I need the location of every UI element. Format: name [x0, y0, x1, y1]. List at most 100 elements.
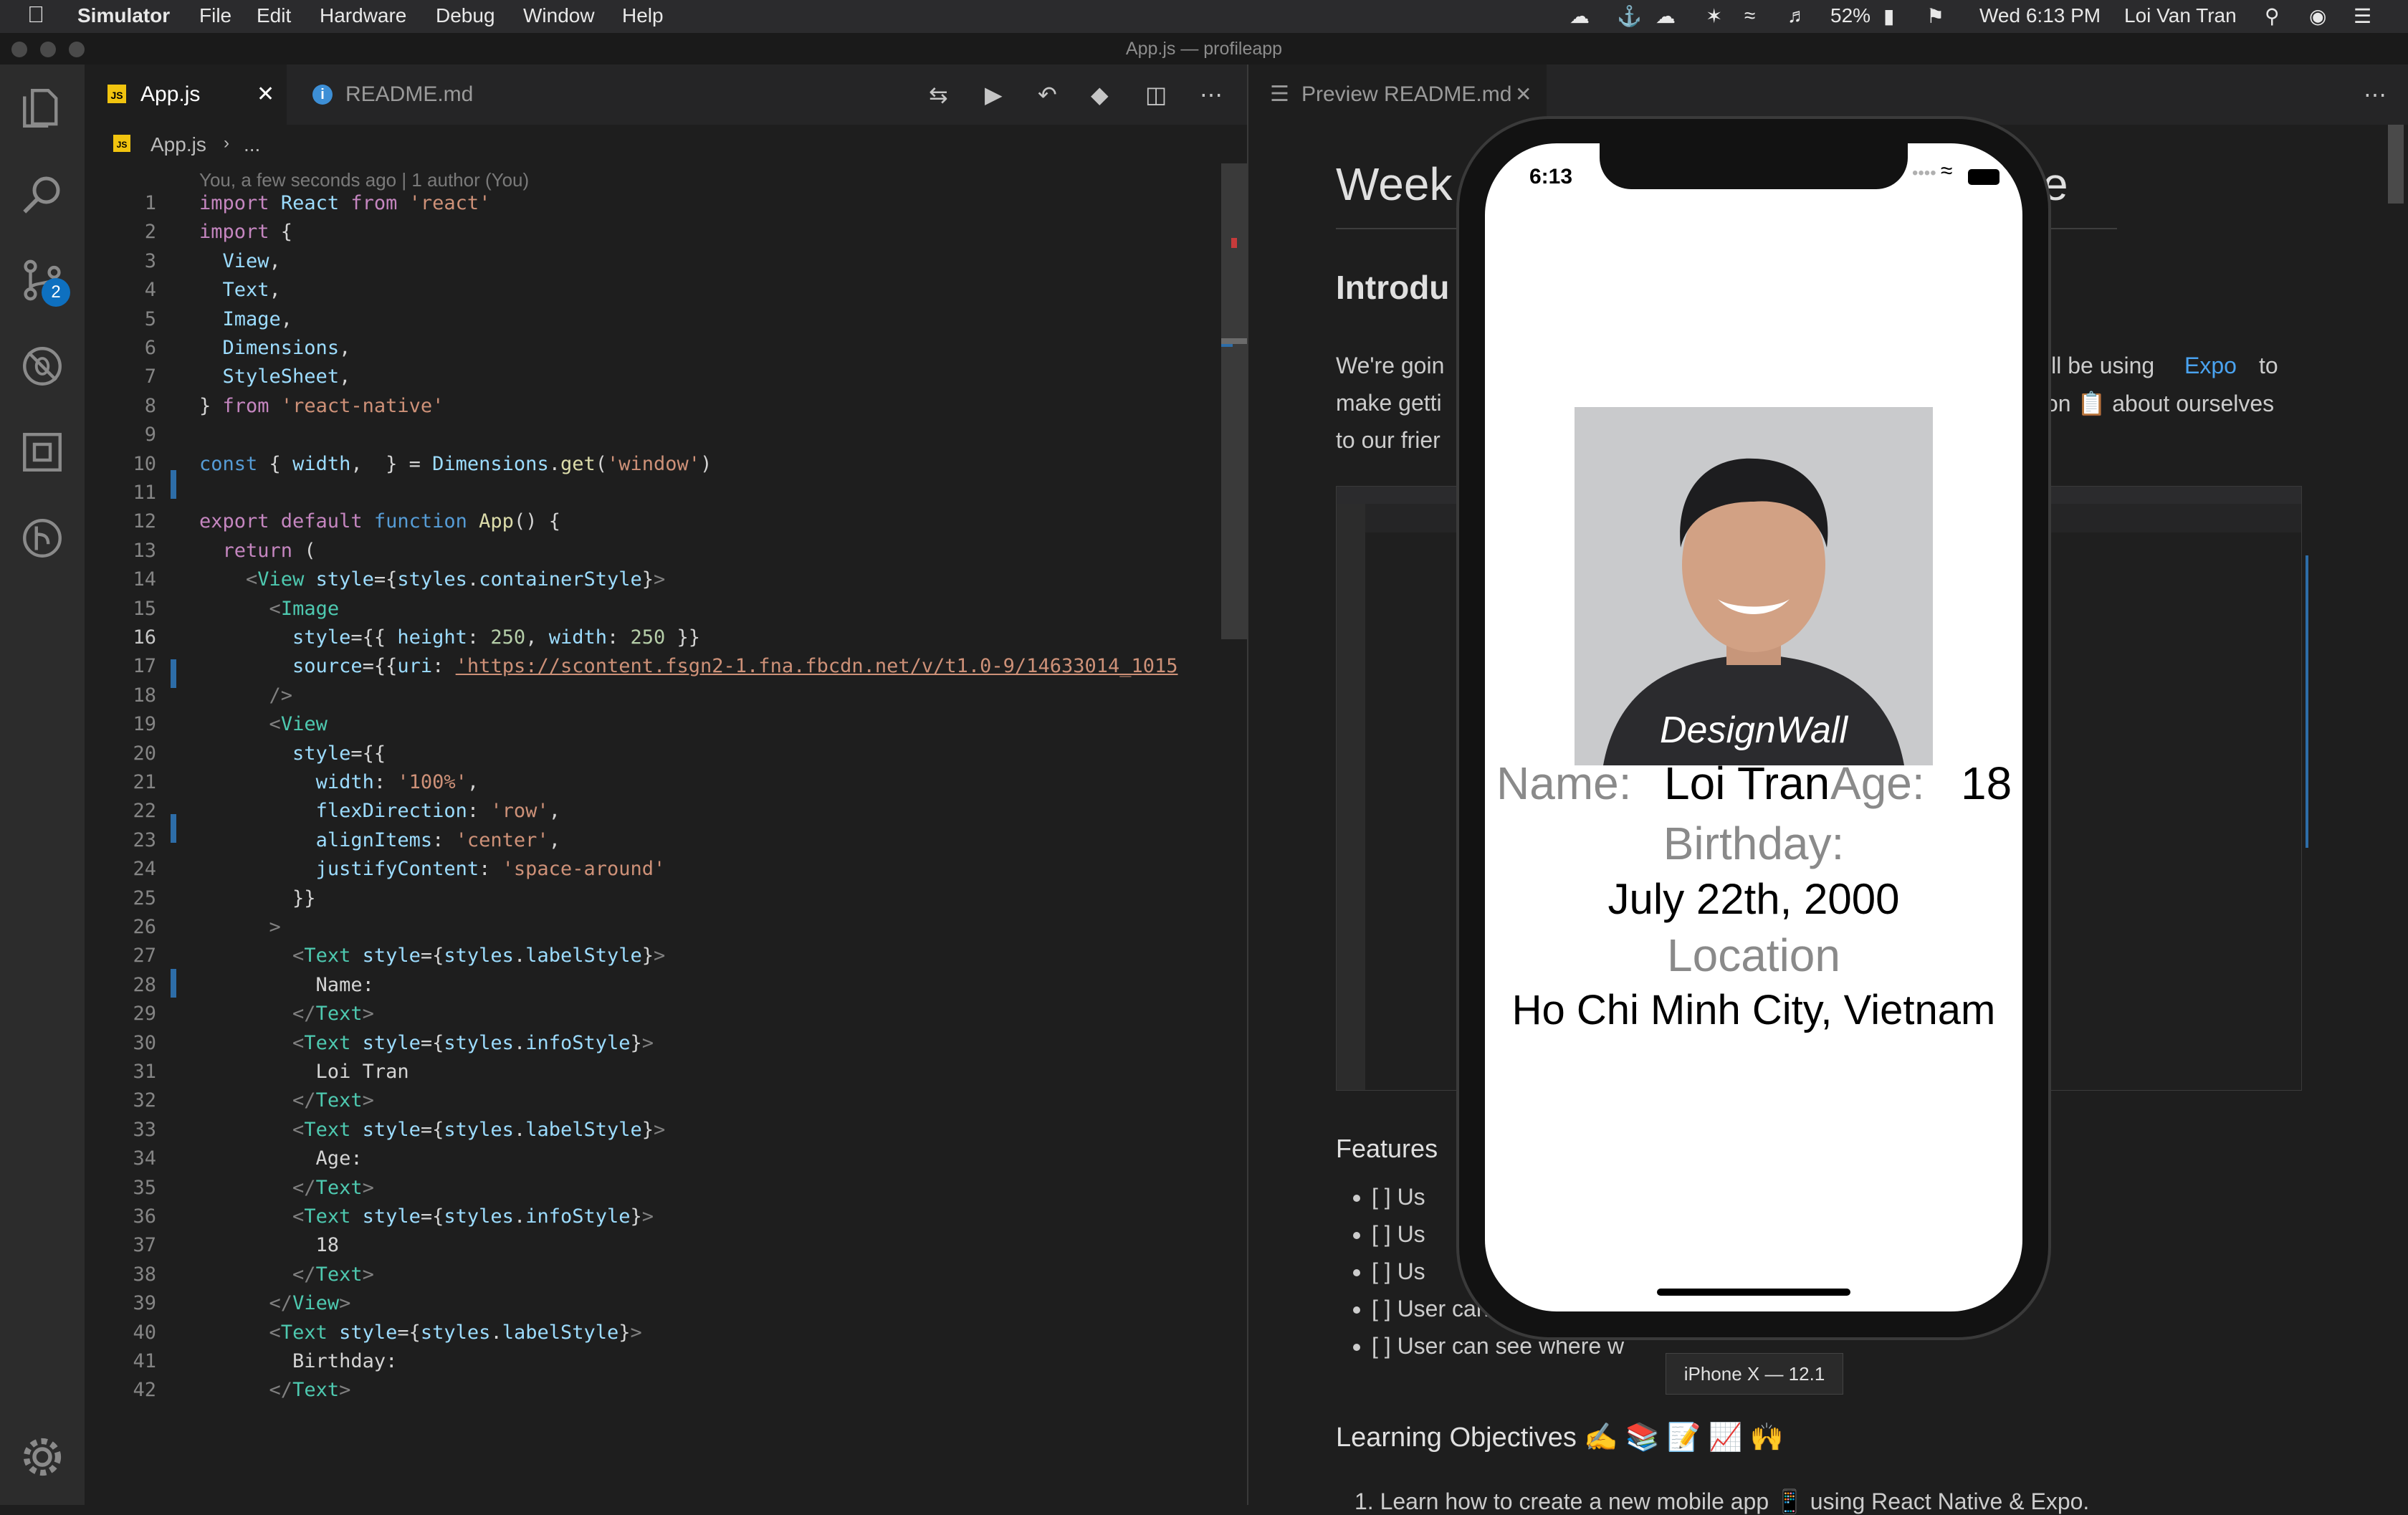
code-line[interactable]: <Text style={styles.labelStyle}> [199, 1119, 665, 1141]
code-line[interactable]: 18 [199, 1234, 340, 1256]
code-line[interactable]: <Text style={styles.labelStyle}> [199, 945, 665, 967]
run-icon[interactable]: ▶ [985, 64, 1003, 125]
code-line[interactable]: width: '100%', [199, 771, 479, 793]
code-line[interactable]: <Text style={styles.labelStyle}> [199, 1322, 642, 1344]
breadcrumb-file[interactable]: App.js [150, 133, 206, 156]
line-number: 17 [133, 655, 156, 678]
menubar-user[interactable]: Loi Van Tran [2124, 4, 2237, 27]
iphone-screen[interactable]: 6:13 •••• ≈ DesignWall Name: Loi Tran Ag… [1485, 143, 2022, 1311]
code-line[interactable]: Text, [199, 279, 281, 301]
code-line[interactable]: <Image [199, 598, 340, 620]
debug-icon[interactable] [19, 343, 66, 390]
breadcrumb-rest[interactable]: ... [244, 133, 260, 156]
code-line[interactable]: style={{ height: 250, width: 250 }} [199, 626, 700, 649]
code-line[interactable]: Dimensions, [199, 337, 351, 359]
tab-preview-readme[interactable]: ☰ Preview README.md ✕ [1248, 64, 1547, 125]
creative-cloud-icon[interactable]: ☁ [1570, 4, 1590, 28]
more-actions-icon[interactable]: ⋯ [1200, 64, 1223, 125]
close-window-button[interactable] [11, 42, 27, 57]
preview-scrollbar-thumb[interactable] [2388, 125, 2404, 204]
menu-edit[interactable]: Edit [257, 4, 291, 27]
line-number: 21 [133, 771, 156, 793]
code-line[interactable]: <View style={styles.containerStyle}> [199, 568, 665, 591]
code-line[interactable]: }} [199, 887, 316, 909]
tab-label: README.md [345, 82, 474, 106]
menu-help[interactable]: Help [622, 4, 664, 27]
siri-icon[interactable]: ◉ [2309, 4, 2326, 28]
preview-subheading: Introdu [1336, 269, 1450, 306]
code-line[interactable]: import { [199, 221, 292, 243]
tab-app-js[interactable]: JS App.js ✕ [85, 64, 287, 125]
minimize-window-button[interactable] [40, 42, 56, 57]
git-commit-icon[interactable]: ◆ [1091, 64, 1109, 125]
menu-debug[interactable]: Debug [436, 4, 495, 27]
code-line[interactable]: Age: [199, 1147, 363, 1170]
bluetooth-icon[interactable]: ✶ [1706, 4, 1722, 28]
menu-hardware[interactable]: Hardware [320, 4, 406, 27]
menu-file[interactable]: File [199, 4, 231, 27]
zoom-window-button[interactable] [69, 42, 85, 57]
settings-gear-icon[interactable] [19, 1433, 66, 1481]
code-line[interactable]: source={{uri: 'https://scontent.fsgn2-1.… [199, 655, 1177, 677]
code-line[interactable]: <Text style={styles.infoStyle}> [199, 1032, 654, 1054]
code-line[interactable]: Image, [199, 308, 293, 330]
explorer-icon[interactable] [19, 85, 66, 132]
split-editor-icon[interactable]: ◫ [1145, 64, 1167, 125]
gitlens-icon[interactable] [19, 515, 66, 562]
home-indicator[interactable] [1657, 1289, 1850, 1296]
code-line[interactable]: style={{ [199, 742, 386, 765]
search-icon[interactable] [19, 171, 66, 218]
code-line[interactable]: Loi Tran [199, 1061, 409, 1083]
code-line[interactable]: export default function App() { [199, 510, 560, 532]
line-number: 9 [144, 424, 156, 446]
spotlight-icon[interactable]: ⚲ [2265, 4, 2280, 28]
code-line[interactable]: </Text> [199, 1177, 374, 1199]
code-line[interactable]: <View [199, 713, 328, 735]
tab-readme[interactable]: i README.md [287, 64, 502, 125]
code-line[interactable]: </Text> [199, 1263, 374, 1286]
menu-app-name[interactable]: Simulator [77, 4, 170, 27]
code-line[interactable]: StyleSheet, [199, 365, 351, 388]
input-flag-icon[interactable]: ⚑ [1926, 4, 1944, 28]
code-line[interactable]: View, [199, 250, 281, 272]
battery-percent[interactable]: 52% [1830, 4, 1870, 27]
docker-icon[interactable]: ⚓ [1617, 4, 1642, 28]
code-line[interactable]: <Text style={styles.infoStyle}> [199, 1205, 654, 1228]
menu-window[interactable]: Window [523, 4, 595, 27]
code-line[interactable]: > [199, 916, 281, 938]
code-line[interactable]: </Text> [199, 1089, 374, 1112]
code-line[interactable]: /> [199, 684, 293, 707]
code-line[interactable]: </View> [199, 1292, 351, 1314]
code-line[interactable]: flexDirection: 'row', [199, 800, 560, 822]
code-line[interactable]: alignItems: 'center', [199, 829, 560, 851]
ghost-icon[interactable]: ☁ [1656, 4, 1676, 28]
compare-changes-icon[interactable]: ⇆ [929, 64, 948, 125]
wifi-icon[interactable]: ≈ [1744, 4, 1755, 27]
tab-close-icon[interactable]: ✕ [257, 64, 274, 125]
editor-tab-bar: JS App.js ✕ i README.md ⇆ ▶ ↶ ◆ ◫ ⋯ [85, 64, 1247, 125]
age-value: 18 [1961, 758, 2012, 809]
para-line-2-start: make getti [1336, 390, 1442, 416]
volume-icon[interactable]: ♬ [1787, 4, 1807, 27]
git-previous-icon[interactable]: ↶ [1038, 64, 1057, 125]
code-line[interactable]: Name: [199, 974, 374, 996]
line-number: 42 [133, 1379, 156, 1402]
code-line[interactable]: </Text> [199, 1379, 351, 1401]
tab-close-icon[interactable]: ✕ [1515, 64, 1532, 125]
battery-icon[interactable]: ▮ [1883, 4, 1894, 28]
menubar-clock[interactable]: Wed 6:13 PM [1979, 4, 2101, 27]
notification-center-icon[interactable]: ☰ [2354, 4, 2371, 28]
expo-link[interactable]: Expo [2184, 353, 2237, 379]
para-line-1-start: We're goin [1336, 353, 1445, 378]
code-line[interactable]: return ( [199, 540, 316, 562]
apple-menu-icon[interactable]:  [27, 1, 44, 28]
code-line[interactable]: Birthday: [199, 1350, 397, 1372]
code-line[interactable]: } from 'react-native' [199, 395, 444, 417]
editor-scrollbar-thumb[interactable] [1221, 163, 1247, 639]
extensions-icon[interactable] [19, 429, 66, 476]
code-line[interactable]: </Text> [199, 1003, 374, 1025]
code-line[interactable]: const { width, } = Dimensions.get('windo… [199, 453, 712, 475]
more-actions-icon[interactable]: ⋯ [2364, 64, 2386, 125]
code-line[interactable]: justifyContent: 'space-around' [199, 858, 666, 880]
code-line[interactable]: import React from 'react' [199, 192, 490, 214]
